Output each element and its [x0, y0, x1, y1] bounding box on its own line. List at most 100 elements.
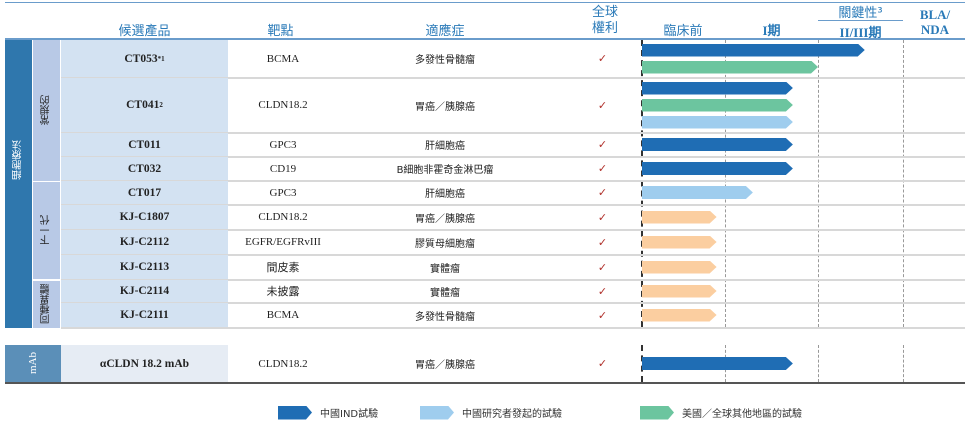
group-cell-therapy-label: 細胞療法 [13, 140, 24, 180]
header-rights-2: 權利 [591, 21, 618, 36]
product-name: KJ-C1807 [119, 211, 170, 223]
legend-label: 中國IND試驗 [320, 409, 379, 420]
indication-cell: B細胞非霍奇金淋巴瘤 [396, 165, 494, 176]
progress-bar-investigator [642, 116, 793, 129]
legend-item: 中國研究者發起的試驗 [420, 405, 562, 420]
target-cell: 未披露 [266, 286, 300, 298]
product-cell: KJ-C2114 [61, 280, 228, 302]
group-conventional-label: 常規的 [41, 95, 52, 126]
product-name: CT032 [127, 162, 162, 175]
pipeline-chart: 候選產品 靶點 適應症 全球 權利 臨床前 I期 關鍵性³ II/III期 BLA… [0, 0, 970, 431]
phase-divider [903, 40, 904, 327]
product-name: CT041 [126, 99, 160, 111]
target-cell: CD19 [269, 162, 297, 175]
header-bla: BLA/NDA [905, 7, 965, 37]
product-name: CT011 [128, 138, 161, 151]
legend-item: 中國IND試驗 [278, 405, 378, 420]
indication-cell: 胃癌／胰腺癌 [415, 360, 475, 371]
target-cell: GPC3 [269, 138, 297, 151]
phase-divider [818, 40, 819, 327]
global-rights-check: ✓ [597, 309, 608, 322]
progress-bar-next-gen [642, 309, 717, 322]
product-cell: CT053 *1 [61, 40, 228, 77]
indication-cell: 肝細胞癌 [425, 141, 465, 152]
progress-bar-china-ind [642, 162, 793, 175]
target-cell: GPC3 [269, 186, 297, 199]
indication-cell: 多發性骨髓瘤 [415, 55, 475, 66]
indication-cell: 胃癌／胰腺癌 [415, 101, 475, 113]
phase-divider [903, 345, 904, 382]
global-rights-check: ✓ [597, 99, 608, 112]
global-rights-check: ✓ [597, 211, 608, 224]
header-bla-2: NDA [920, 22, 950, 37]
progress-bar-global [642, 99, 793, 112]
group-mab-label: mAb [27, 352, 39, 375]
global-rights-check: ✓ [597, 285, 608, 298]
product-name: KJ-C2111 [120, 309, 169, 321]
progress-bar-next-gen [642, 211, 717, 224]
header-rights: 全球 權利 [575, 5, 635, 37]
product-name: KJ-C2113 [119, 261, 170, 273]
target-cell: CLDN18.2 [258, 357, 308, 370]
group-allogeneic-label: 同種異體 [41, 284, 52, 325]
product-cell: CT032 [61, 157, 228, 180]
progress-bar-next-gen [642, 285, 717, 298]
target-cell: EGFR/EGFRvIII [245, 236, 321, 248]
global-rights-check: ✓ [597, 236, 608, 249]
indication-cell: 胃癌／胰腺癌 [415, 213, 475, 225]
global-rights-check: ✓ [597, 261, 608, 274]
indication-cell: 實體瘤 [430, 263, 460, 275]
row-divider [61, 327, 965, 329]
indication-cell: 膠質母細胞瘤 [415, 238, 475, 250]
progress-bar-next-gen [642, 236, 717, 249]
progress-bar-china-ind [642, 357, 793, 370]
header-product: 候選產品 [118, 24, 171, 39]
indication-cell: 實體瘤 [430, 287, 460, 299]
product-cell: KJ-C2111 [61, 303, 228, 327]
header-rights-1: 全球 [591, 5, 618, 20]
bottom-rule [5, 382, 965, 384]
product-name: KJ-C2114 [119, 285, 170, 297]
product-cell: KJ-C2112 [61, 230, 228, 254]
product-footnote: 2 [159, 101, 163, 109]
product-footnote: *1 [157, 54, 165, 63]
product-cell: αCLDN 18.2 mAb [61, 345, 228, 382]
global-rights-check: ✓ [597, 187, 608, 199]
global-rights-check: ✓ [597, 163, 608, 175]
global-rights-check: ✓ [597, 358, 608, 370]
legend-swatch [640, 405, 674, 420]
progress-bar-next-gen [642, 261, 717, 274]
product-cell: CT011 [61, 133, 228, 156]
target-cell: CLDN18.2 [258, 211, 308, 223]
legend-label: 美國／全球其他地區的試驗 [682, 409, 802, 420]
header-preclinical: 臨床前 [663, 24, 703, 39]
target-cell: BCMA [266, 309, 300, 321]
global-rights-check: ✓ [597, 139, 608, 151]
product-name: CT017 [127, 186, 162, 199]
legend-swatch [278, 405, 312, 420]
global-rights-check: ✓ [597, 53, 608, 65]
product-name: KJ-C2112 [119, 236, 170, 248]
target-cell: 間皮素 [266, 262, 300, 274]
legend-item: 美國／全球其他地區的試驗 [640, 405, 802, 420]
indication-cell: 多發性骨髓瘤 [415, 311, 475, 323]
progress-bar-global [642, 61, 818, 74]
product-cell: KJ-C1807 [61, 205, 228, 229]
legend-swatch [420, 405, 454, 420]
product-name: αCLDN 18.2 mAb [99, 357, 190, 370]
header-target: 靶點 [267, 24, 294, 39]
header-pivotal: 關鍵性³ [838, 6, 883, 21]
progress-bar-investigator [642, 186, 753, 199]
header-phase1: I期 [762, 23, 781, 38]
progress-bar-china-ind [642, 82, 793, 95]
product-cell: KJ-C2113 [61, 255, 228, 279]
group-next-gen-label: 下一代 [41, 215, 52, 246]
target-cell: CLDN18.2 [258, 99, 308, 111]
indication-cell: 肝細胞癌 [425, 189, 465, 200]
header-bla-1: BLA/ [919, 7, 951, 22]
target-cell: BCMA [266, 52, 300, 65]
legend-label: 中國研究者發起的試驗 [462, 409, 562, 420]
header-indication: 適應症 [425, 24, 465, 39]
product-cell: CT041 2 [61, 78, 228, 132]
phase-divider [818, 345, 819, 382]
